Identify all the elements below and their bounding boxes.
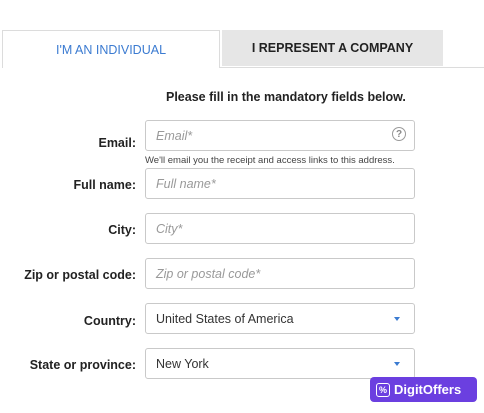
digitoffers-badge: % DigitOffers: [370, 377, 477, 402]
zip-label: Zip or postal code:: [24, 268, 136, 282]
country-value: United States of America: [156, 311, 294, 326]
full-name-label: Full name:: [73, 178, 136, 192]
percent-tag-icon: %: [376, 382, 390, 397]
country-label: Country:: [83, 314, 136, 328]
tab-company[interactable]: I REPRESENT A COMPANY: [222, 30, 443, 66]
email-field[interactable]: Email* ?: [145, 120, 415, 151]
email-placeholder: Email*: [156, 128, 193, 143]
state-label: State or province:: [29, 358, 136, 372]
email-label: Email:: [98, 136, 136, 150]
caret-down-icon: [394, 317, 400, 321]
caret-down-icon: [394, 362, 400, 366]
question-circle-icon[interactable]: ?: [392, 127, 406, 141]
country-select[interactable]: United States of America: [145, 303, 415, 334]
zip-placeholder: Zip or postal code*: [156, 266, 261, 281]
zip-field[interactable]: Zip or postal code*: [145, 258, 415, 289]
tab-individual[interactable]: I'M AN INDIVIDUAL: [2, 30, 220, 68]
city-placeholder: City*: [156, 221, 183, 236]
instructions-text: Please fill in the mandatory fields belo…: [166, 90, 406, 104]
badge-text: DigitOffers: [394, 382, 462, 397]
state-select[interactable]: New York: [145, 348, 415, 379]
full-name-placeholder: Full name*: [156, 176, 216, 191]
full-name-field[interactable]: Full name*: [145, 168, 415, 199]
tab-divider: [220, 67, 484, 68]
city-field[interactable]: City*: [145, 213, 415, 244]
account-type-tabs: I'M AN INDIVIDUAL I REPRESENT A COMPANY: [0, 30, 484, 68]
email-hint: We'll email you the receipt and access l…: [145, 155, 395, 166]
city-label: City:: [108, 223, 136, 237]
state-value: New York: [156, 356, 209, 371]
